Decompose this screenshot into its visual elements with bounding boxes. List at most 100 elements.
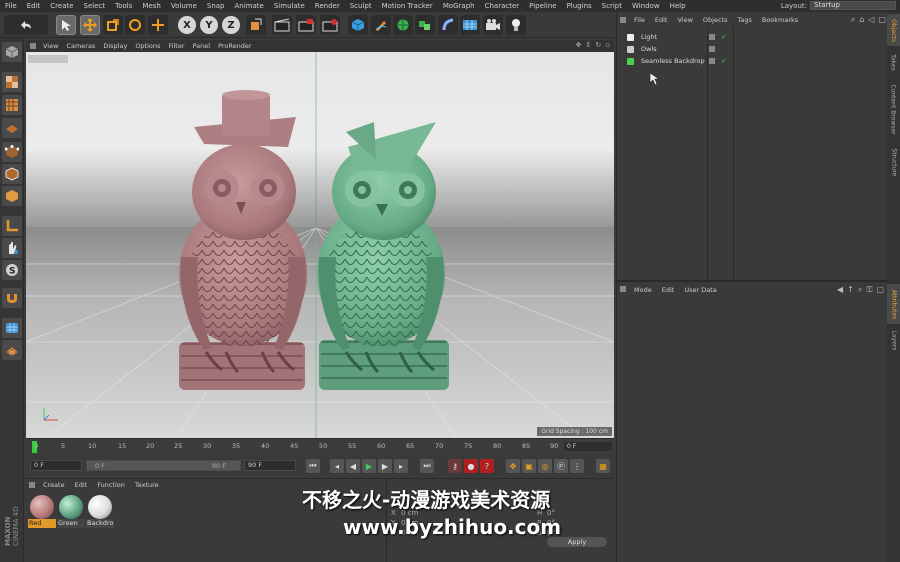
play-button[interactable]: ▶ <box>362 459 376 473</box>
coordinate-system-button[interactable] <box>246 15 266 35</box>
material-menu-create[interactable]: Create <box>38 481 70 489</box>
live-selection-button[interactable] <box>56 15 76 35</box>
search-icon[interactable]: ⌕ <box>858 285 862 295</box>
next-frame-button[interactable]: ▶ <box>378 459 392 473</box>
render-settings-button[interactable] <box>320 15 340 35</box>
snapping-button[interactable]: S <box>2 260 22 280</box>
points-mode-button[interactable] <box>2 142 22 162</box>
dolly-icon[interactable]: ⇕ <box>586 41 592 49</box>
keyframe-selection-button[interactable]: ? <box>480 459 494 473</box>
render-picture-viewer-button[interactable] <box>296 15 316 35</box>
viewport-menu-prorender[interactable]: ProRender <box>214 42 255 50</box>
menu-select[interactable]: Select <box>79 2 111 10</box>
menu-plugins[interactable]: Plugins <box>562 2 597 10</box>
menu-animate[interactable]: Animate <box>230 2 269 10</box>
layout-dropdown[interactable]: Startup <box>810 1 896 10</box>
new-window-icon[interactable]: ▢ <box>878 15 886 25</box>
object-menu-edit[interactable]: Edit <box>650 16 673 24</box>
menu-sculpt[interactable]: Sculpt <box>345 2 377 10</box>
object-row-light[interactable]: Light ✓ <box>617 32 888 43</box>
orbit-icon[interactable]: ↻ <box>595 41 601 49</box>
lock-icon[interactable]: ⚿ <box>866 285 872 295</box>
object-menu-tags[interactable]: Tags <box>732 16 756 24</box>
menu-tools[interactable]: Tools <box>110 2 137 10</box>
axis-mode-button[interactable] <box>2 216 22 236</box>
deformer-button[interactable] <box>438 15 458 35</box>
object-menu-file[interactable]: File <box>629 16 650 24</box>
viewport-menu-cameras[interactable]: Cameras <box>62 42 99 50</box>
visibility-flags-icon[interactable] <box>709 34 715 40</box>
menu-create[interactable]: Create <box>45 2 78 10</box>
x-axis-toggle[interactable]: X <box>178 16 196 34</box>
previous-frame-button[interactable]: ◀ <box>346 459 360 473</box>
3d-viewport[interactable]: Grid Spacing : 100 cm <box>26 52 614 438</box>
viewport-menu-view[interactable]: View <box>39 42 62 50</box>
menu-pipeline[interactable]: Pipeline <box>524 2 561 10</box>
subdivision-button[interactable] <box>393 15 413 35</box>
material-menu-edit[interactable]: Edit <box>70 481 93 489</box>
point-level-button[interactable]: ⋮ <box>570 459 584 473</box>
floor-button[interactable] <box>460 15 480 35</box>
attribute-menu-mode[interactable]: Mode <box>629 286 657 294</box>
pan-icon[interactable]: ✥ <box>576 41 582 49</box>
new-window-icon[interactable]: ▢ <box>876 285 884 295</box>
autokey-button[interactable]: ● <box>464 459 478 473</box>
polygons-mode-button[interactable] <box>2 186 22 206</box>
max-frame-field[interactable]: 90 F <box>244 460 296 471</box>
tab-structure[interactable]: Structure <box>887 142 900 182</box>
material-swatch-backdrop[interactable]: Backdro <box>86 495 114 533</box>
make-editable-button[interactable] <box>2 42 22 62</box>
model-mode-button[interactable] <box>2 72 22 92</box>
current-frame-field[interactable]: 0 F <box>30 460 82 471</box>
material-menu-function[interactable]: Function <box>92 481 130 489</box>
record-keys-button[interactable]: ⚷ <box>448 459 462 473</box>
attribute-menu-user-data[interactable]: User Data <box>679 286 721 294</box>
edges-mode-button[interactable] <box>2 164 22 184</box>
parameter-track-button[interactable]: Ⓟ <box>554 459 568 473</box>
recent-tool-button[interactable] <box>148 15 168 35</box>
menu-render[interactable]: Render <box>310 2 345 10</box>
timeline-end-field[interactable]: 0 F <box>564 442 612 451</box>
scale-track-button[interactable]: ▣ <box>522 459 536 473</box>
viewport-menu-options[interactable]: Options <box>131 42 164 50</box>
material-swatch-red[interactable]: Red <box>28 495 56 533</box>
viewport-menu-filter[interactable]: Filter <box>164 42 188 50</box>
workplane-mode-button[interactable] <box>2 118 22 138</box>
maximize-icon[interactable]: ▫ <box>605 41 610 49</box>
enabled-check-icon[interactable]: ✓ <box>721 56 727 67</box>
menu-help[interactable]: Help <box>665 2 691 10</box>
back-arrow-icon[interactable]: ◀ <box>837 285 843 295</box>
camera-button[interactable] <box>483 15 503 35</box>
menu-snap[interactable]: Snap <box>202 2 230 10</box>
visibility-flags-icon[interactable] <box>709 58 715 64</box>
symmetry-button[interactable] <box>2 288 22 308</box>
timeline-ruler[interactable]: 0 5 10 15 20 25 30 35 40 45 50 55 60 65 … <box>26 438 614 454</box>
rotation-track-button[interactable]: ◎ <box>538 459 552 473</box>
viewport-menu-display[interactable]: Display <box>99 42 131 50</box>
cube-button[interactable] <box>348 15 368 35</box>
undo-button[interactable] <box>4 15 48 35</box>
y-axis-toggle[interactable]: Y <box>200 16 218 34</box>
menu-edit[interactable]: Edit <box>22 2 46 10</box>
position-track-button[interactable]: ✥ <box>506 459 520 473</box>
go-to-start-button[interactable]: ⏮ <box>306 459 320 473</box>
tab-objects[interactable]: Objects <box>887 14 900 46</box>
menu-volume[interactable]: Volume <box>166 2 202 10</box>
tweak-mode-button[interactable] <box>2 238 22 258</box>
attribute-menu-edit[interactable]: Edit <box>657 286 680 294</box>
pen-spline-button[interactable] <box>371 15 391 35</box>
object-row-seamless-backdrop[interactable]: Seamless Backdrop ✓ <box>617 56 888 67</box>
tab-takes[interactable]: Takes <box>887 48 900 76</box>
planar-workplane-button[interactable] <box>2 340 22 360</box>
up-arrow-icon[interactable]: ↑ <box>847 285 854 295</box>
object-row-owls[interactable]: Owls <box>617 44 888 55</box>
tab-attributes[interactable]: Attributes <box>887 284 900 324</box>
enabled-check-icon[interactable]: ✓ <box>721 32 727 43</box>
menu-simulate[interactable]: Simulate <box>269 2 310 10</box>
menu-script[interactable]: Script <box>597 2 627 10</box>
back-icon[interactable]: ◁ <box>868 15 874 25</box>
tab-layers[interactable]: Layers <box>887 326 900 354</box>
move-tool-button[interactable] <box>80 15 100 35</box>
frame-range-slider[interactable]: 0 F 90 F <box>86 460 241 471</box>
texture-mode-button[interactable] <box>2 95 22 115</box>
